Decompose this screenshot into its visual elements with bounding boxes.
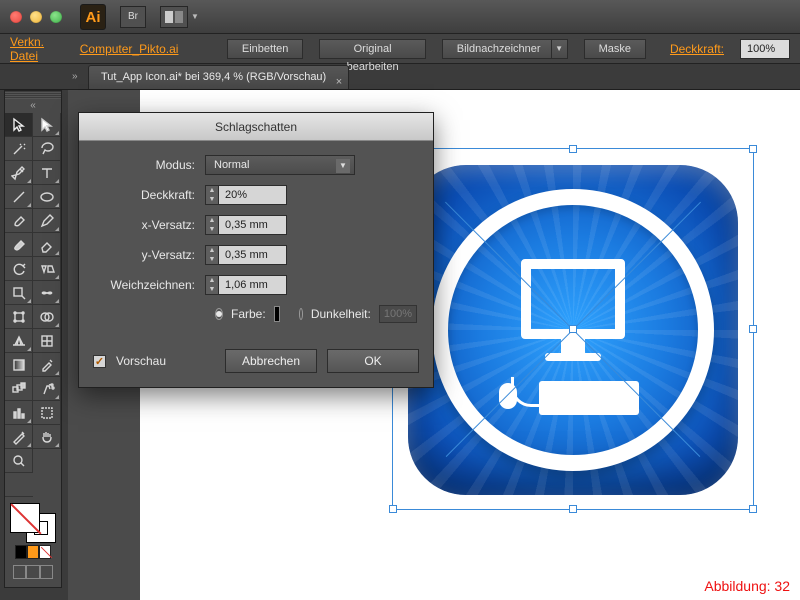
rotate-tool[interactable] bbox=[5, 257, 33, 281]
preview-checkbox[interactable]: ✓ bbox=[93, 355, 106, 368]
eraser-tool[interactable] bbox=[33, 233, 61, 257]
magic-wand-tool[interactable] bbox=[5, 137, 33, 161]
dialog-opacity-label: Deckkraft: bbox=[95, 188, 205, 202]
shadow-color-chip[interactable] bbox=[274, 306, 281, 322]
opacity-stepper[interactable]: ▲▼ bbox=[205, 185, 219, 205]
free-transform-tool[interactable] bbox=[5, 305, 33, 329]
draw-behind-icon[interactable] bbox=[26, 565, 39, 579]
mask-button[interactable]: Maske bbox=[584, 39, 646, 59]
mode-select[interactable]: Normal ▼ bbox=[205, 155, 355, 175]
direct-selection-tool[interactable] bbox=[33, 113, 61, 137]
arrange-dropdown-caret[interactable]: ▼ bbox=[191, 12, 199, 21]
resize-handle[interactable] bbox=[749, 325, 757, 333]
resize-handle[interactable] bbox=[749, 505, 757, 513]
perspective-grid-tool[interactable] bbox=[5, 329, 33, 353]
selection-center-icon[interactable] bbox=[569, 325, 577, 333]
shape-builder-tool[interactable] bbox=[33, 305, 61, 329]
window-zoom-button[interactable] bbox=[50, 11, 62, 23]
mode-label: Modus: bbox=[95, 158, 205, 172]
window-minimize-button[interactable] bbox=[30, 11, 42, 23]
bridge-button[interactable]: Br bbox=[120, 6, 146, 28]
slice-tool[interactable] bbox=[5, 425, 33, 449]
dialog-opacity-input[interactable] bbox=[219, 185, 287, 205]
reflect-tool[interactable] bbox=[33, 257, 61, 281]
image-trace-button[interactable]: Bildnachzeichner bbox=[442, 39, 552, 59]
chevron-down-icon[interactable]: ▼ bbox=[336, 159, 350, 173]
none-mode-icon[interactable] bbox=[39, 545, 51, 559]
tools-panel: « bbox=[4, 90, 62, 588]
mesh-tool[interactable] bbox=[33, 329, 61, 353]
ellipse-tool[interactable] bbox=[33, 185, 61, 209]
fill-stroke-swatch[interactable] bbox=[10, 503, 56, 543]
artboard-tool[interactable] bbox=[33, 401, 61, 425]
blend-tool[interactable] bbox=[5, 377, 33, 401]
draw-inside-icon[interactable] bbox=[40, 565, 53, 579]
cancel-button[interactable]: Abbrechen bbox=[225, 349, 317, 373]
opacity-input[interactable] bbox=[740, 39, 790, 59]
draw-normal-icon[interactable] bbox=[13, 565, 26, 579]
y-offset-label: y-Versatz: bbox=[95, 248, 205, 262]
darkness-radio-label: Dunkelheit: bbox=[311, 307, 371, 321]
edit-original-button[interactable]: Original bearbeiten bbox=[319, 39, 425, 59]
symbol-sprayer-tool[interactable] bbox=[33, 377, 61, 401]
selection-bounding-box[interactable] bbox=[392, 148, 754, 510]
arrange-documents-button[interactable] bbox=[160, 6, 188, 28]
figure-caption: Abbildung: 32 bbox=[704, 578, 790, 594]
document-tab-strip: » Tut_App Icon.ai* bei 369,4 % (RGB/Vors… bbox=[0, 64, 800, 90]
scale-tool[interactable] bbox=[5, 281, 33, 305]
type-tool[interactable] bbox=[33, 161, 61, 185]
window-close-button[interactable] bbox=[10, 11, 22, 23]
width-tool[interactable] bbox=[33, 281, 61, 305]
options-bar: Verkn. Datei Computer_Pikto.ai Einbetten… bbox=[0, 34, 800, 64]
embed-button[interactable]: Einbetten bbox=[227, 39, 303, 59]
blob-brush-tool[interactable] bbox=[5, 233, 33, 257]
preview-label: Vorschau bbox=[116, 354, 166, 368]
color-radio-label: Farbe: bbox=[231, 307, 266, 321]
fill-swatch[interactable] bbox=[10, 503, 40, 533]
blur-input[interactable] bbox=[219, 275, 287, 295]
opacity-label[interactable]: Deckkraft: bbox=[670, 42, 724, 56]
drop-shadow-dialog: Schlagschatten Modus: Normal ▼ Deckkraft… bbox=[78, 112, 434, 388]
darkness-radio[interactable] bbox=[299, 308, 303, 320]
x-offset-label: x-Versatz: bbox=[95, 218, 205, 232]
dialog-title[interactable]: Schlagschatten bbox=[79, 113, 433, 141]
eyedropper-tool[interactable] bbox=[33, 353, 61, 377]
document-tab[interactable]: Tut_App Icon.ai* bei 369,4 % (RGB/Vorsch… bbox=[88, 65, 349, 89]
resize-handle[interactable] bbox=[569, 145, 577, 153]
gradient-mode-icon[interactable] bbox=[27, 545, 39, 559]
column-graph-tool[interactable] bbox=[5, 401, 33, 425]
panel-collapse-icon[interactable]: « bbox=[5, 99, 61, 113]
tool-divider bbox=[5, 473, 33, 497]
darkness-input: 100% bbox=[379, 305, 417, 323]
paintbrush-tool[interactable] bbox=[5, 209, 33, 233]
resize-handle[interactable] bbox=[749, 145, 757, 153]
resize-handle[interactable] bbox=[569, 505, 577, 513]
document-tab-title: Tut_App Icon.ai* bei 369,4 % (RGB/Vorsch… bbox=[101, 71, 326, 83]
color-mode-icon[interactable] bbox=[15, 545, 27, 559]
panel-grip[interactable] bbox=[5, 91, 61, 99]
x-offset-input[interactable] bbox=[219, 215, 287, 235]
line-tool[interactable] bbox=[5, 185, 33, 209]
hand-tool[interactable] bbox=[33, 425, 61, 449]
resize-handle[interactable] bbox=[389, 505, 397, 513]
lasso-tool[interactable] bbox=[33, 137, 61, 161]
y-offset-stepper[interactable]: ▲▼ bbox=[205, 245, 219, 265]
color-radio[interactable] bbox=[215, 308, 223, 320]
x-offset-stepper[interactable]: ▲▼ bbox=[205, 215, 219, 235]
pen-tool[interactable] bbox=[5, 161, 33, 185]
zoom-tool[interactable] bbox=[5, 449, 33, 473]
gradient-tool[interactable] bbox=[5, 353, 33, 377]
app-logo-icon: Ai bbox=[80, 4, 106, 30]
linked-file-label[interactable]: Verkn. Datei bbox=[10, 35, 64, 63]
window-titlebar: Ai Br ▼ bbox=[0, 0, 800, 34]
blur-label: Weichzeichnen: bbox=[95, 278, 205, 292]
selection-tool[interactable] bbox=[5, 113, 33, 137]
pencil-tool[interactable] bbox=[33, 209, 61, 233]
ok-button[interactable]: OK bbox=[327, 349, 419, 373]
image-trace-dropdown[interactable]: ▼ bbox=[552, 39, 568, 59]
linked-file-name[interactable]: Computer_Pikto.ai bbox=[80, 42, 179, 56]
y-offset-input[interactable] bbox=[219, 245, 287, 265]
tabstrip-menu-icon[interactable]: » bbox=[72, 71, 88, 82]
blur-stepper[interactable]: ▲▼ bbox=[205, 275, 219, 295]
